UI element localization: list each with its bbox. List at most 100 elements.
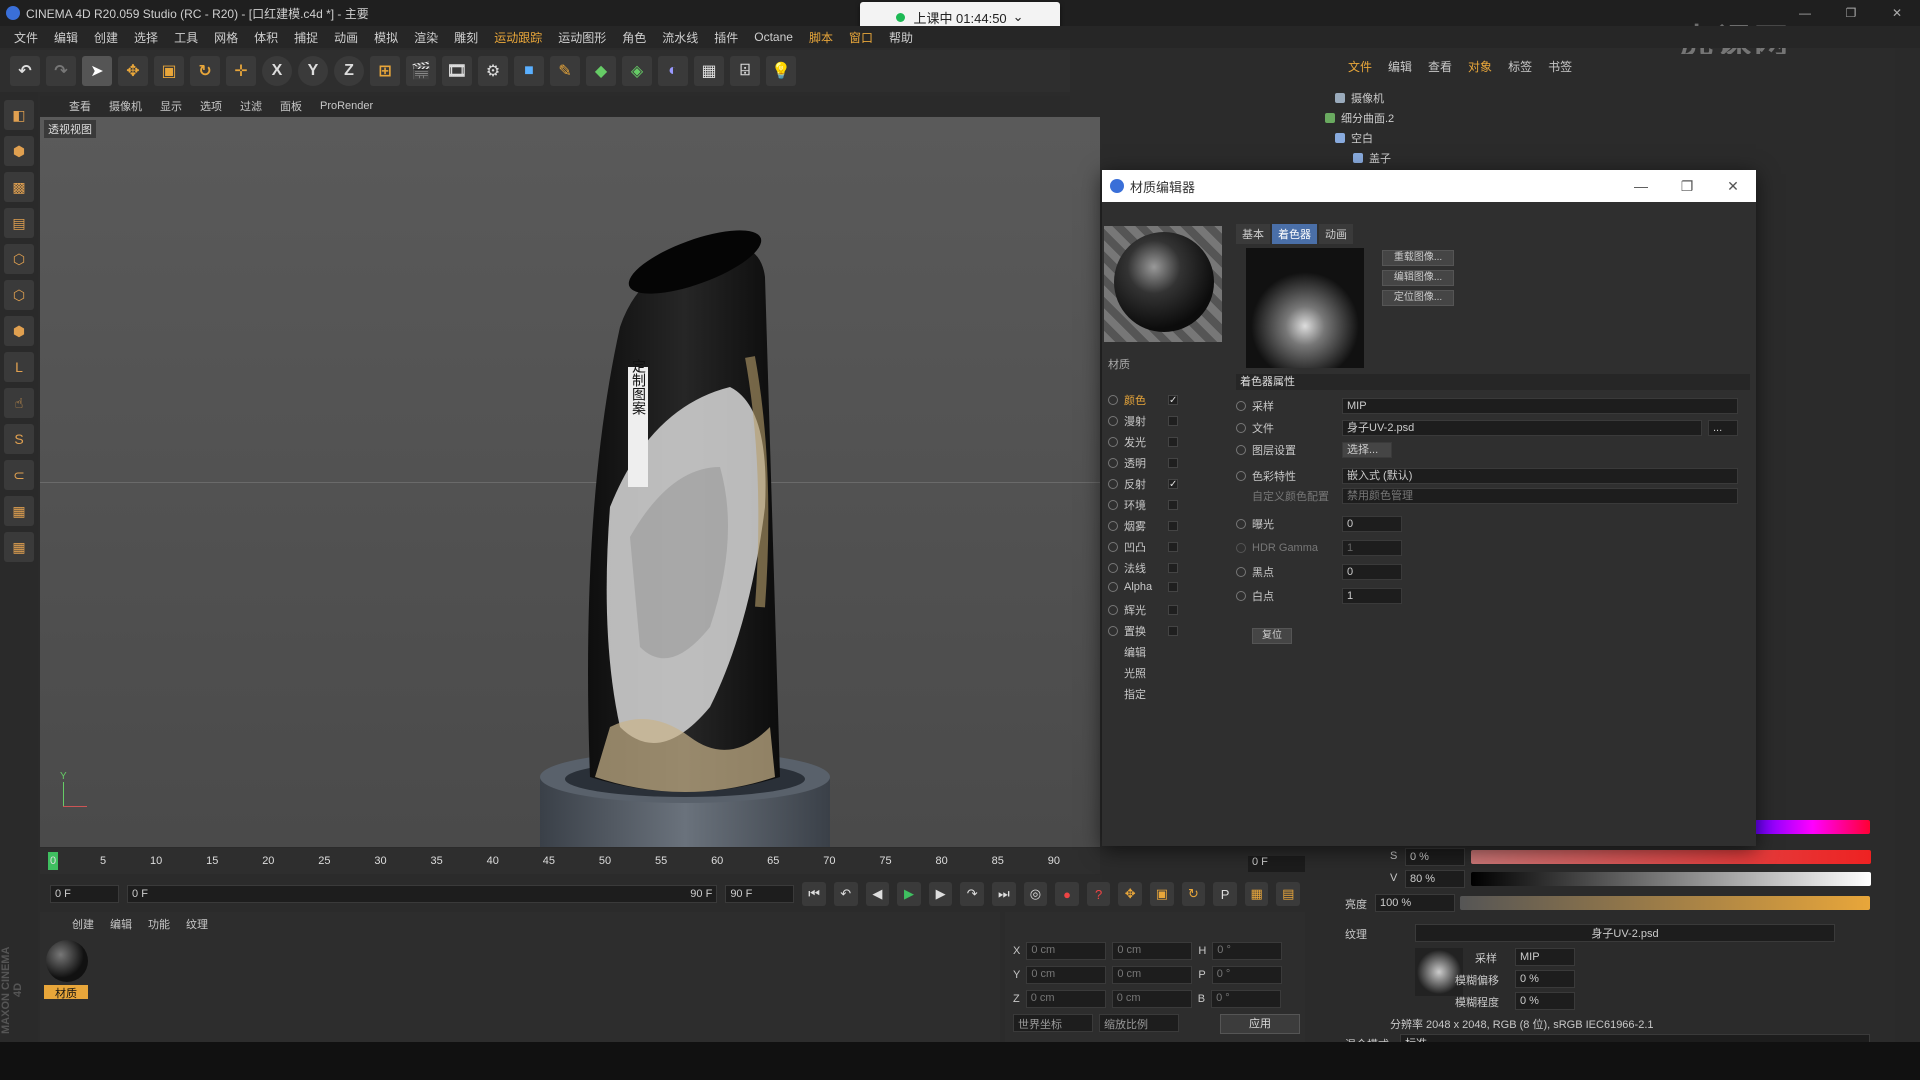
channel-radio[interactable] [1108, 563, 1118, 573]
subdivision-icon[interactable]: ◆ [586, 56, 616, 86]
previous-key-icon[interactable]: ↶ [833, 882, 858, 906]
channel-item[interactable]: Alpha [1108, 581, 1178, 593]
size-z-field[interactable]: 0 cm [1111, 990, 1192, 1008]
position-z-field[interactable]: 0 cm [1025, 990, 1106, 1008]
channel-radio[interactable] [1108, 479, 1118, 489]
blur-scale-field[interactable]: 0 % [1515, 992, 1575, 1010]
channel-radio[interactable] [1108, 605, 1118, 615]
tweak-mode-icon[interactable]: ☝ [4, 388, 34, 418]
channel-item[interactable]: 置换 [1108, 623, 1178, 639]
size-x-field[interactable]: 0 cm [1112, 942, 1193, 960]
play-icon[interactable]: ▶ [897, 882, 921, 906]
om-menu-file[interactable]: 文件 [1340, 58, 1380, 75]
menu-snap[interactable]: 捕捉 [286, 29, 326, 46]
axis-z-button[interactable]: Z [334, 56, 364, 86]
channel-radio[interactable] [1108, 521, 1118, 531]
saturation-field[interactable]: 0 % [1405, 848, 1465, 866]
record-keys-icon[interactable]: ◎ [1023, 882, 1048, 906]
rotation-b-field[interactable]: 0 ° [1211, 990, 1282, 1008]
menu-mesh[interactable]: 网格 [206, 29, 246, 46]
scale-tool-icon[interactable]: ▣ [154, 56, 184, 86]
axis-mode-icon[interactable]: L [4, 352, 34, 382]
menu-simulate[interactable]: 模拟 [366, 29, 406, 46]
color-profile-dropdown[interactable]: 嵌入式 (默认) [1342, 468, 1738, 484]
vp-menu-view[interactable]: 查看 [60, 98, 100, 114]
channel-radio[interactable] [1108, 582, 1118, 592]
workplane-icon[interactable]: ▤ [4, 208, 34, 238]
channel-extra-item[interactable]: 光照 [1124, 665, 1146, 681]
animate-radio[interactable] [1236, 591, 1246, 601]
channel-label[interactable]: Alpha [1124, 581, 1152, 593]
position-y-field[interactable]: 0 cm [1026, 966, 1107, 984]
menu-script[interactable]: 脚本 [801, 29, 841, 46]
channel-checkbox[interactable]: ✓ [1168, 479, 1178, 490]
model-mode-icon[interactable]: ⬢ [4, 136, 34, 166]
channel-checkbox[interactable] [1168, 626, 1178, 636]
vp-menu-options[interactable]: 选项 [191, 98, 231, 114]
channel-label[interactable]: 烟雾 [1124, 518, 1146, 534]
saturation-slider[interactable] [1471, 850, 1871, 864]
object-row[interactable]: 空白 [1335, 130, 1373, 146]
channel-checkbox[interactable] [1168, 605, 1178, 615]
key-parameter-icon[interactable]: P [1213, 882, 1237, 906]
object-row[interactable]: 盖子 [1353, 150, 1391, 166]
key-position-icon[interactable]: ✥ [1118, 882, 1143, 906]
channel-item[interactable]: 颜色 ✓ [1108, 392, 1178, 408]
render-picture-viewer-icon[interactable]: 🎞 [442, 56, 472, 86]
material-swatch[interactable] [46, 940, 88, 982]
file-path-field[interactable]: 身子UV-2.psd [1342, 420, 1702, 436]
coordinate-mode-select[interactable]: 世界坐标 [1013, 1014, 1093, 1032]
channel-item[interactable]: 凹凸 [1108, 539, 1178, 555]
channel-item[interactable]: 法线 [1108, 560, 1178, 576]
channel-checkbox[interactable] [1168, 437, 1178, 447]
apply-button[interactable]: 应用 [1220, 1014, 1300, 1034]
locate-image-button[interactable]: 定位图像... [1382, 290, 1454, 306]
edit-image-button[interactable]: 编辑图像... [1382, 270, 1454, 286]
snapping-icon[interactable]: S [4, 424, 34, 454]
channel-checkbox[interactable] [1168, 416, 1178, 426]
object-name[interactable]: 摄像机 [1351, 90, 1384, 106]
menu-file[interactable]: 文件 [6, 29, 46, 46]
rotate-tool-icon[interactable]: ↻ [190, 56, 220, 86]
channel-label[interactable]: 环境 [1124, 497, 1146, 513]
light-icon[interactable]: 💡 [766, 56, 796, 86]
value-slider[interactable] [1471, 872, 1871, 886]
om-menu-tags[interactable]: 标签 [1500, 58, 1540, 75]
end-frame-field[interactable]: 90 F [725, 885, 795, 903]
key-pla-icon[interactable]: ▦ [1244, 882, 1269, 906]
dialog-maximize-button[interactable]: ❐ [1664, 170, 1710, 202]
camera-icon[interactable]: ⌹ [730, 56, 760, 86]
mm-menu-texture[interactable]: 纹理 [178, 916, 216, 932]
texture-file-button[interactable]: 身子UV-2.psd [1415, 924, 1835, 942]
channel-checkbox[interactable] [1168, 563, 1178, 573]
blur-offset-field[interactable]: 0 % [1515, 970, 1575, 988]
right-tab-strip[interactable] [1895, 48, 1920, 1048]
channel-label[interactable]: 辉光 [1124, 602, 1146, 618]
close-button[interactable]: ✕ [1874, 0, 1920, 26]
dialog-close-button[interactable]: ✕ [1710, 170, 1756, 202]
points-mode-icon[interactable]: ⬡ [4, 244, 34, 274]
deformer-icon[interactable]: ◐ [658, 56, 688, 86]
menu-sculpt[interactable]: 雕刻 [446, 29, 486, 46]
size-y-field[interactable]: 0 cm [1112, 966, 1193, 984]
channel-label[interactable]: 置换 [1124, 623, 1146, 639]
menu-help[interactable]: 帮助 [881, 29, 921, 46]
make-editable-icon[interactable]: ◧ [4, 100, 34, 130]
rotation-h-field[interactable]: 0 ° [1212, 942, 1283, 960]
grid-icon[interactable]: ▦ [4, 532, 34, 562]
axis-x-button[interactable]: X [262, 56, 292, 86]
menu-create[interactable]: 创建 [86, 29, 126, 46]
menu-edit[interactable]: 编辑 [46, 29, 86, 46]
next-key-icon[interactable]: ↷ [960, 882, 984, 906]
channel-checkbox[interactable] [1168, 500, 1178, 510]
redo-icon[interactable]: ↷ [46, 56, 76, 86]
exposure-field[interactable]: 0 [1342, 516, 1402, 532]
tab-animation[interactable]: 动画 [1319, 224, 1353, 244]
undo-icon[interactable]: ↶ [10, 56, 40, 86]
animate-radio[interactable] [1236, 519, 1246, 529]
menu-animate[interactable]: 动画 [326, 29, 366, 46]
channel-checkbox[interactable] [1168, 582, 1178, 592]
channel-item[interactable]: 反射 ✓ [1108, 476, 1178, 492]
menu-volume[interactable]: 体积 [246, 29, 286, 46]
mm-menu-create[interactable]: 创建 [64, 916, 102, 932]
